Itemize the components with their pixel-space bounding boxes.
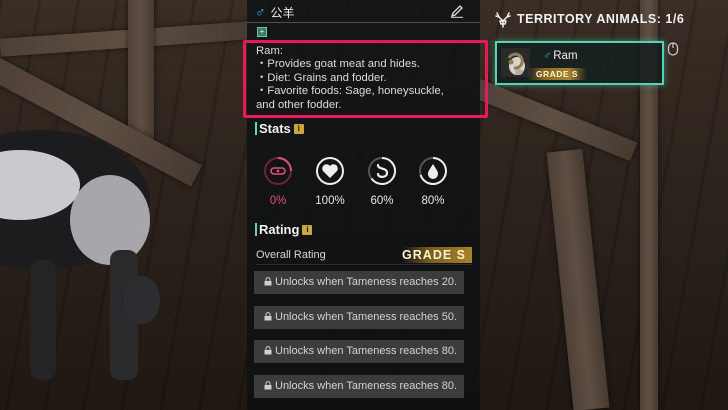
male-symbol-icon: ♂ [543, 50, 552, 62]
locked-row-text: Unlocks when Tameness reaches 50. [275, 311, 458, 323]
locked-row-text: Unlocks when Tameness reaches 80. [275, 380, 458, 392]
stomach-icon [368, 156, 397, 185]
territory-animal-card[interactable]: ♂ Ram GRADE S [495, 41, 664, 85]
pencil-icon[interactable] [450, 4, 464, 18]
locked-rating-row: Unlocks when Tameness reaches 80. [254, 340, 464, 363]
overall-rating-label: Overall Rating [256, 249, 326, 261]
ram-animal-image [0, 130, 160, 380]
stat-value: 80% [421, 195, 445, 207]
lock-icon [264, 381, 272, 390]
territory-animals-header: TERRITORY ANIMALS: 1/6 [494, 10, 684, 28]
info-icon[interactable]: i [302, 224, 313, 235]
animal-grade-badge: GRADE S [527, 68, 587, 80]
locked-rating-row: Unlocks when Tameness reaches 50. [254, 306, 464, 329]
ram-portrait-icon [501, 48, 530, 77]
stats-title-text: Stats [259, 121, 291, 136]
animal-name-text: Ram [553, 50, 578, 62]
antler-icon [495, 12, 511, 28]
wooden-beam [472, 78, 638, 162]
plus-badge-icon: + [257, 27, 267, 37]
stat-value: 60% [370, 195, 394, 207]
rating-divider [256, 264, 472, 265]
heart-icon [316, 157, 344, 185]
stat-tameness: 0% [260, 156, 296, 207]
description-title: Ram: [256, 45, 283, 57]
animal-name: ♂ Ram [543, 50, 578, 62]
collar-icon [264, 157, 292, 185]
overall-grade-badge: GRADE S [402, 247, 472, 263]
rating-title-text: Rating [259, 222, 300, 237]
stat-health: 100% [312, 156, 348, 207]
stat-value: 0% [269, 195, 287, 207]
header-divider [247, 22, 480, 23]
locked-row-text: Unlocks when Tameness reaches 80. [275, 345, 458, 357]
lock-icon [264, 277, 272, 286]
panel-header: ♂ 公羊 [255, 3, 464, 21]
overall-rating-row: Overall Rating GRADE S [256, 247, 472, 264]
stats-section-title: Stats i [255, 121, 304, 136]
rating-section-title: Rating i [255, 222, 313, 237]
locked-rating-row: Unlocks when Tameness reaches 20. [254, 271, 464, 294]
water-drop-icon [419, 157, 447, 185]
stat-hunger: 60% [364, 156, 400, 207]
description-line: ・Diet: Grains and fodder. [256, 71, 387, 84]
info-icon[interactable]: i [293, 123, 304, 134]
wooden-beam [0, 21, 251, 57]
description-line: ・Provides goat meat and hides. [256, 58, 420, 71]
lock-icon [264, 346, 272, 355]
territory-title-text: TERRITORY ANIMALS: 1/6 [517, 12, 685, 26]
description-line: ・Favorite foods: Sage, honeysuckle, [256, 85, 444, 98]
male-symbol-icon: ♂ [255, 4, 266, 20]
locked-row-text: Unlocks when Tameness reaches 20. [275, 276, 458, 288]
animal-description-box: Ram: ・Provides goat meat and hides. ・Die… [243, 40, 488, 118]
description-line: and other fodder. [256, 98, 342, 111]
locked-rating-row: Unlocks when Tameness reaches 80. [254, 375, 464, 398]
lock-icon [264, 312, 272, 321]
stat-value: 100% [315, 195, 345, 207]
wooden-beam [546, 148, 610, 410]
mouse-icon [667, 42, 679, 56]
stat-thirst: 80% [415, 156, 451, 207]
animal-species-name: 公羊 [270, 5, 295, 20]
